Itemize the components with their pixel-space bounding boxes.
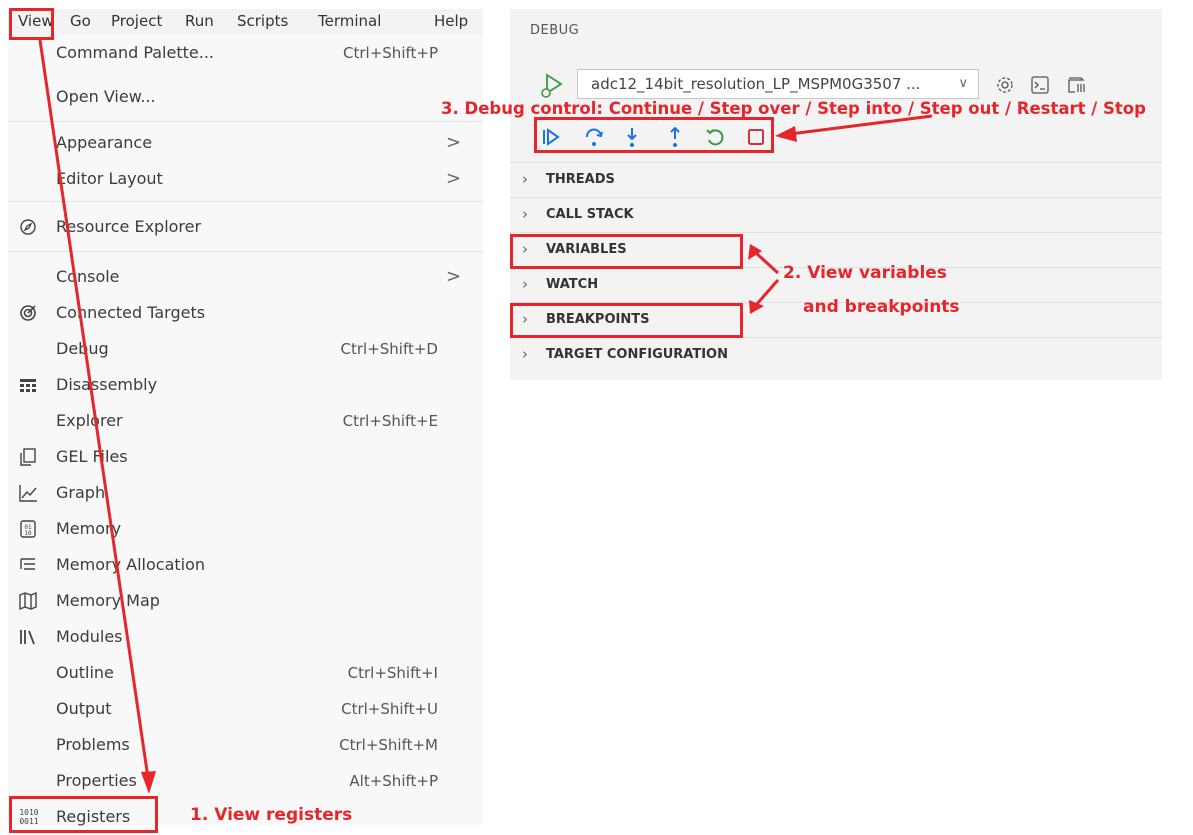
annotation-view-variables-line1: 2. View variables: [783, 263, 947, 283]
annotation-arrows: [38, 39, 933, 794]
annotation-view-registers: 1. View registers: [190, 805, 353, 825]
annotation-debug-control: 3. Debug control: Continue / Step over /…: [441, 99, 1146, 118]
annotation-view-variables-line2: and breakpoints: [803, 297, 960, 317]
